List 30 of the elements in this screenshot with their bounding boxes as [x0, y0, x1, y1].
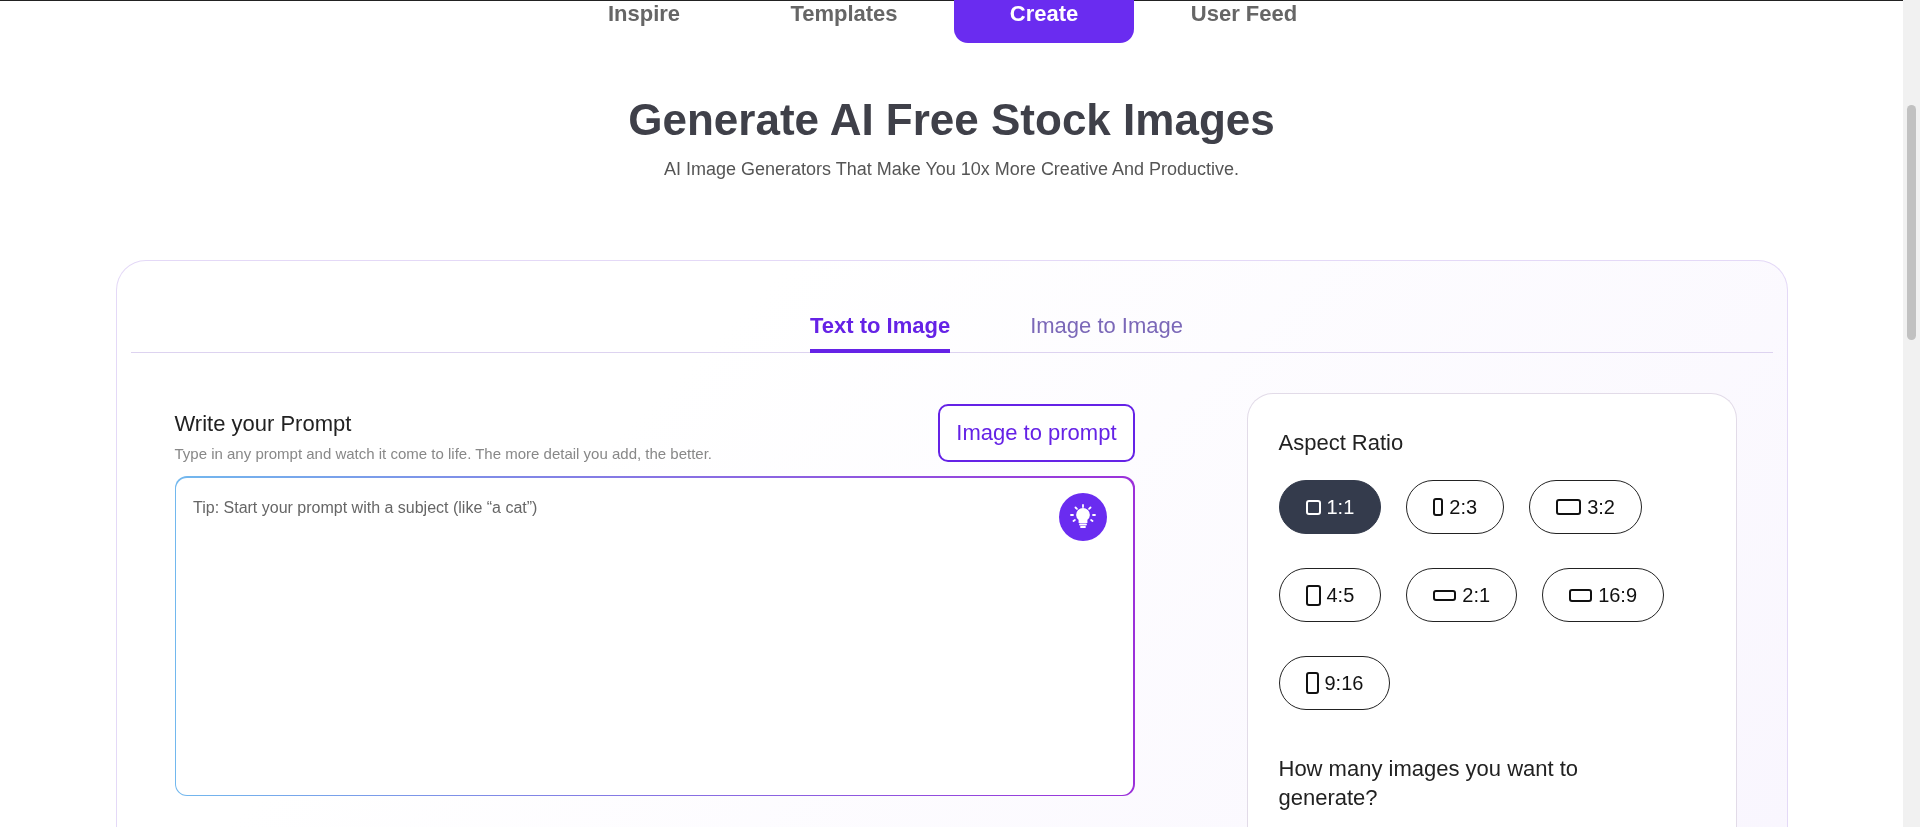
- rectangle-icon: [1305, 672, 1319, 694]
- aspect-ratio-option[interactable]: 1:1: [1278, 480, 1382, 534]
- rectangle-icon: [1433, 498, 1444, 516]
- prompt-label: Write your Prompt: [174, 411, 353, 437]
- rectangle-icon: [1433, 589, 1457, 601]
- rectangle-icon: [1569, 588, 1593, 602]
- rectangle-icon: [1305, 499, 1321, 515]
- aspect-ratio-label: Aspect Ratio: [1278, 430, 1405, 456]
- aspect-ratio-option[interactable]: 2:3: [1406, 480, 1505, 534]
- prompt-hint: Type in any prompt and watch it come to life. The more detail you add, the better.: [174, 445, 713, 462]
- lightbulb-icon: [1069, 504, 1096, 530]
- page-subheading: AI Image Generators That Make You 10x More Creative And Productive.: [664, 159, 1239, 180]
- mode-tab[interactable]: Text to Image: [809, 313, 951, 353]
- aspect-ratio-option[interactable]: 9:16: [1278, 656, 1391, 710]
- rectangle-icon: [1305, 584, 1321, 606]
- aspect-ratio-option[interactable]: 3:2: [1529, 480, 1642, 534]
- aspect-ratio-option[interactable]: 4:5: [1278, 568, 1382, 622]
- aspect-ratio-option[interactable]: 2:1: [1406, 568, 1518, 622]
- nav-tab[interactable]: Templates: [754, 0, 934, 43]
- rectangle-icon: [1556, 499, 1582, 515]
- page-heading: Generate AI Free Stock Images: [628, 95, 1275, 145]
- image-to-prompt-button[interactable]: Image to prompt: [938, 404, 1135, 462]
- nav-tab[interactable]: User Feed: [1154, 0, 1334, 43]
- mode-tab[interactable]: Image to Image: [1030, 313, 1184, 353]
- image-count-question: How many images you want to generate?: [1278, 755, 1580, 812]
- aspect-ratio-option[interactable]: 16:9: [1542, 568, 1665, 622]
- nav-tab[interactable]: Create: [954, 0, 1134, 43]
- prompt-field[interactable]: Tip: Start your prompt with a subject (like “a cat”): [174, 476, 1135, 796]
- nav-tab[interactable]: Inspire: [554, 0, 734, 43]
- scrollbar-thumb[interactable]: [1907, 105, 1916, 340]
